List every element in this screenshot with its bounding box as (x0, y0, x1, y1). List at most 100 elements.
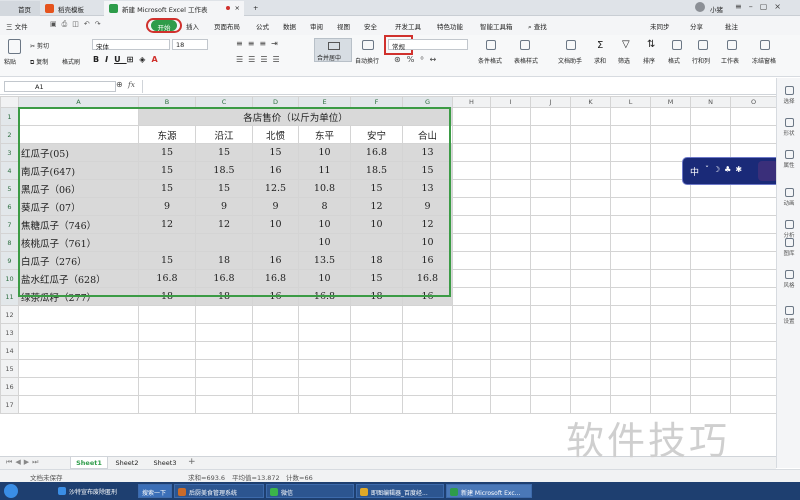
column-header-h[interactable]: H (452, 96, 491, 108)
empty-cell[interactable] (138, 377, 196, 396)
empty-cell[interactable] (530, 377, 571, 396)
empty-cell[interactable] (530, 125, 571, 144)
empty-cell[interactable] (530, 395, 571, 414)
start-orb-icon[interactable] (4, 484, 18, 498)
empty-cell[interactable] (690, 107, 731, 126)
price-cell[interactable]: 10 (298, 215, 351, 234)
price-cell[interactable]: 11 (298, 161, 351, 180)
empty-cell[interactable] (452, 161, 491, 180)
empty-cell[interactable] (138, 341, 196, 360)
empty-cell[interactable] (610, 143, 651, 162)
row-header-4[interactable]: 4 (0, 161, 19, 180)
price-cell[interactable]: 16.8 (350, 143, 403, 162)
file-menu[interactable]: 三 文件 (6, 21, 28, 31)
price-cell[interactable]: 18 (350, 251, 403, 270)
empty-cell[interactable] (570, 287, 611, 306)
price-cell[interactable]: 16.8 (195, 269, 253, 288)
column-header-c[interactable]: C (195, 96, 253, 108)
empty-cell[interactable] (18, 341, 139, 360)
price-cell[interactable]: 18.5 (350, 161, 403, 180)
empty-cell[interactable] (730, 269, 777, 288)
empty-cell[interactable] (610, 197, 651, 216)
empty-cell[interactable] (570, 215, 611, 234)
price-cell[interactable] (138, 233, 196, 252)
price-cell[interactable]: 16.8 (402, 269, 453, 288)
copy-button[interactable]: ⧉ 复制 (30, 57, 48, 67)
empty-cell[interactable] (570, 305, 611, 324)
select-all-corner[interactable] (0, 96, 19, 108)
empty-cell[interactable] (138, 395, 196, 414)
empty-cell[interactable] (730, 341, 777, 360)
row-header-6[interactable]: 6 (0, 197, 19, 216)
empty-cell[interactable] (490, 107, 531, 126)
price-cell[interactable]: 16.8 (138, 269, 196, 288)
empty-cell[interactable] (402, 341, 453, 360)
empty-cell[interactable] (570, 161, 611, 180)
preview-icon[interactable]: ◫ (72, 20, 84, 28)
store-header-cell[interactable]: 北惯 (252, 125, 299, 144)
tab-special-features[interactable]: 特色功能 (437, 21, 463, 31)
empty-cell[interactable] (452, 305, 491, 324)
next-sheet-icon[interactable]: ▶ (24, 458, 32, 466)
empty-cell[interactable] (730, 233, 777, 252)
price-cell[interactable]: 10 (298, 269, 351, 288)
price-cell[interactable]: 15 (252, 143, 299, 162)
column-header-k[interactable]: K (570, 96, 611, 108)
price-cell[interactable]: 18 (138, 287, 196, 306)
empty-cell[interactable] (530, 179, 571, 198)
empty-cell[interactable] (18, 395, 139, 414)
close-window-icon[interactable]: × (774, 2, 788, 11)
zoom-formula-icon[interactable]: ⊕ (116, 80, 123, 89)
ime-mode[interactable]: 中 (690, 165, 699, 178)
row-header-3[interactable]: 3 (0, 143, 19, 162)
empty-cell[interactable] (490, 143, 531, 162)
spreadsheet-grid[interactable]: A B C D E F G H I J K L M N O 1 各店售价（以斤为单位） 2 东源 沿江 北惯 东平 安宁 合山… (0, 96, 777, 414)
gear-icon[interactable]: ✱ (735, 165, 746, 174)
font-color-icon[interactable]: A (151, 55, 163, 64)
product-name-cell[interactable]: 黑瓜子（06） (18, 179, 139, 198)
freeze-panes-button[interactable]: 冻结窗格 (752, 56, 776, 65)
empty-cell[interactable] (490, 197, 531, 216)
price-cell[interactable]: 15 (138, 251, 196, 270)
prev-sheet-icon[interactable]: ◀ (15, 458, 23, 466)
empty-cell[interactable] (610, 161, 651, 180)
format-button[interactable]: 格式 (668, 56, 680, 65)
empty-cell[interactable] (610, 269, 651, 288)
empty-cell[interactable] (650, 269, 691, 288)
empty-cell[interactable] (570, 179, 611, 198)
price-cell[interactable]: 15 (138, 161, 196, 180)
sheet-tab-1[interactable]: Sheet1 (70, 457, 108, 469)
empty-cell[interactable] (730, 323, 777, 342)
empty-cell[interactable] (570, 233, 611, 252)
empty-cell[interactable] (570, 269, 611, 288)
empty-cell[interactable] (530, 305, 571, 324)
row-header-5[interactable]: 5 (0, 179, 19, 198)
empty-cell[interactable] (570, 251, 611, 270)
empty-cell[interactable] (452, 143, 491, 162)
empty-cell[interactable] (610, 233, 651, 252)
redo-icon[interactable]: ↷ (95, 20, 106, 28)
column-header-m[interactable]: M (650, 96, 691, 108)
empty-cell[interactable] (650, 197, 691, 216)
tab-review[interactable]: 审阅 (310, 21, 323, 31)
bold-icon[interactable]: B (93, 55, 105, 64)
empty-cell[interactable] (402, 377, 453, 396)
empty-cell[interactable] (690, 359, 731, 378)
price-cell[interactable]: 12 (350, 197, 403, 216)
empty-cell[interactable] (650, 341, 691, 360)
empty-cell[interactable] (402, 395, 453, 414)
paste-label[interactable]: 粘贴 (4, 57, 16, 66)
cell-a2[interactable] (18, 125, 139, 144)
price-cell[interactable]: 15 (195, 143, 253, 162)
empty-cell[interactable] (690, 125, 731, 144)
row-header-15[interactable]: 15 (0, 359, 19, 378)
taskbar-news[interactable]: 沙特宣布废除匿刑 (55, 484, 135, 498)
empty-cell[interactable] (650, 215, 691, 234)
tab-formulas[interactable]: 公式 (256, 21, 269, 31)
empty-cell[interactable] (730, 107, 777, 126)
tab-developer[interactable]: 开发工具 (395, 21, 421, 31)
price-cell[interactable]: 18 (195, 287, 253, 306)
price-cell[interactable]: 16.8 (252, 269, 299, 288)
underline-icon[interactable]: U (114, 55, 127, 64)
font-name-select[interactable]: 宋体 (92, 39, 170, 51)
